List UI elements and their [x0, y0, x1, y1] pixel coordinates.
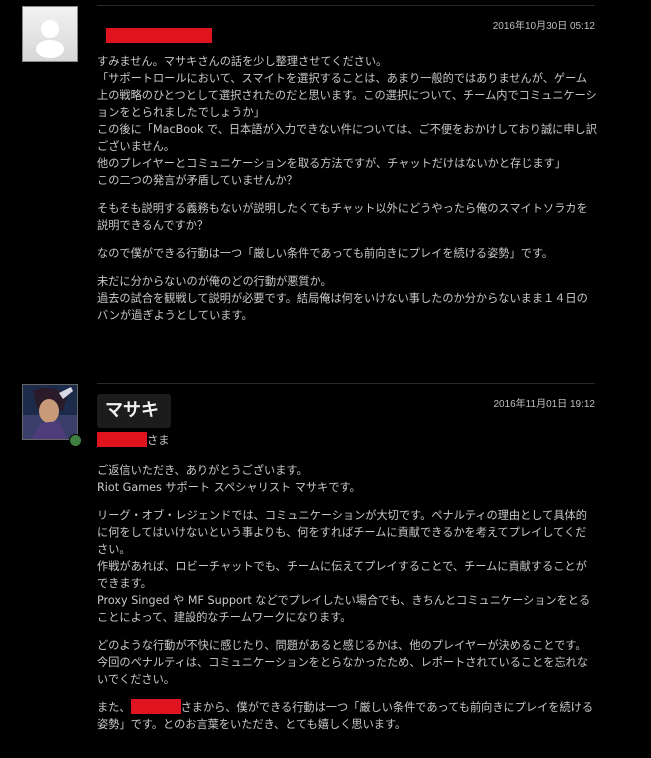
redacted-username	[106, 28, 212, 43]
author-name[interactable]: マサキ	[97, 394, 171, 428]
redacted-username	[97, 432, 147, 447]
user-avatar-default[interactable]	[22, 6, 78, 62]
paragraph: すみません。マサキさんの話を少し整理させてください。	[97, 55, 388, 68]
post-timestamp: 2016年11月01日 19:12	[493, 399, 595, 410]
paragraph: なので僕ができる行動は一つ「厳しい条件であっても前向きにプレイを続ける姿勢」です…	[97, 247, 554, 260]
greeting-line: さま	[97, 432, 169, 449]
default-user-icon	[36, 20, 64, 58]
paragraph: リーグ・オブ・レジェンドでは、コミュニケーションが大切です。ペナルティの理由とし…	[97, 509, 587, 556]
greeting-suffix: さま	[147, 434, 170, 447]
masaki-avatar[interactable]	[22, 384, 78, 440]
post-timestamp: 2016年10月30日 05:12	[492, 21, 595, 32]
paragraph: どのような行動が不快に感じたり、問題があると感じるかは、他のプレイヤーが決めるこ…	[97, 639, 587, 652]
post-body: すみません。マサキさんの話を少し整理させてください。 「サポートロールにおいて、…	[97, 53, 597, 324]
paragraph: この二つの発言が矛盾していませんか？	[97, 174, 298, 187]
online-status-icon	[69, 434, 82, 447]
post-divider	[97, 5, 595, 6]
paragraph: Proxy Singed や MF Support などでプレイしたい場合でも、…	[97, 594, 591, 624]
paragraph: Riot Games サポート スペシャリスト マサキです。	[97, 481, 361, 494]
paragraph: また、 さまから、僕ができる行動は一つ「厳しい条件であっても前向きにプレイを続ける…	[97, 699, 597, 733]
post-body: ご返信いただき、ありがとうございます。 Riot Games サポート スペシャ…	[97, 462, 597, 733]
paragraph: 過去の試合を観戦して説明が必要です。結局俺は何をいけない事したのか分からないまま…	[97, 292, 588, 322]
paragraph: そもそも説明する義務もないが説明したくてもチャット以外にどうやったら俺のスマイト…	[97, 202, 588, 232]
champion-portrait-icon	[23, 385, 77, 439]
paragraph: この後に「MacBook で、日本語が入力できない件については、ご不便をおかけし…	[97, 123, 597, 153]
paragraph: 「サポートロールにおいて、スマイトを選択することは、あまり一般的ではありませんが…	[97, 72, 597, 119]
paragraph: 未だに分からないのが俺のどの行動が悪質か。	[97, 275, 332, 288]
paragraph: ご返信いただき、ありがとうございます。	[97, 464, 308, 477]
paragraph: 作戦があれば、ロビーチャットでも、チームに伝えてプレイすることで、チームに貢献す…	[97, 560, 587, 590]
paragraph: 今回のペナルティは、コミュニケーションをとらなかったため、レポートされていること…	[97, 656, 589, 686]
paragraph-prefix: また、	[97, 701, 131, 714]
post-divider	[97, 383, 595, 384]
paragraph: 他のプレイヤーとコミュニケーションを取る方法ですが、チャットだけはないかと存じま…	[97, 157, 566, 170]
redacted-username	[130, 699, 181, 714]
